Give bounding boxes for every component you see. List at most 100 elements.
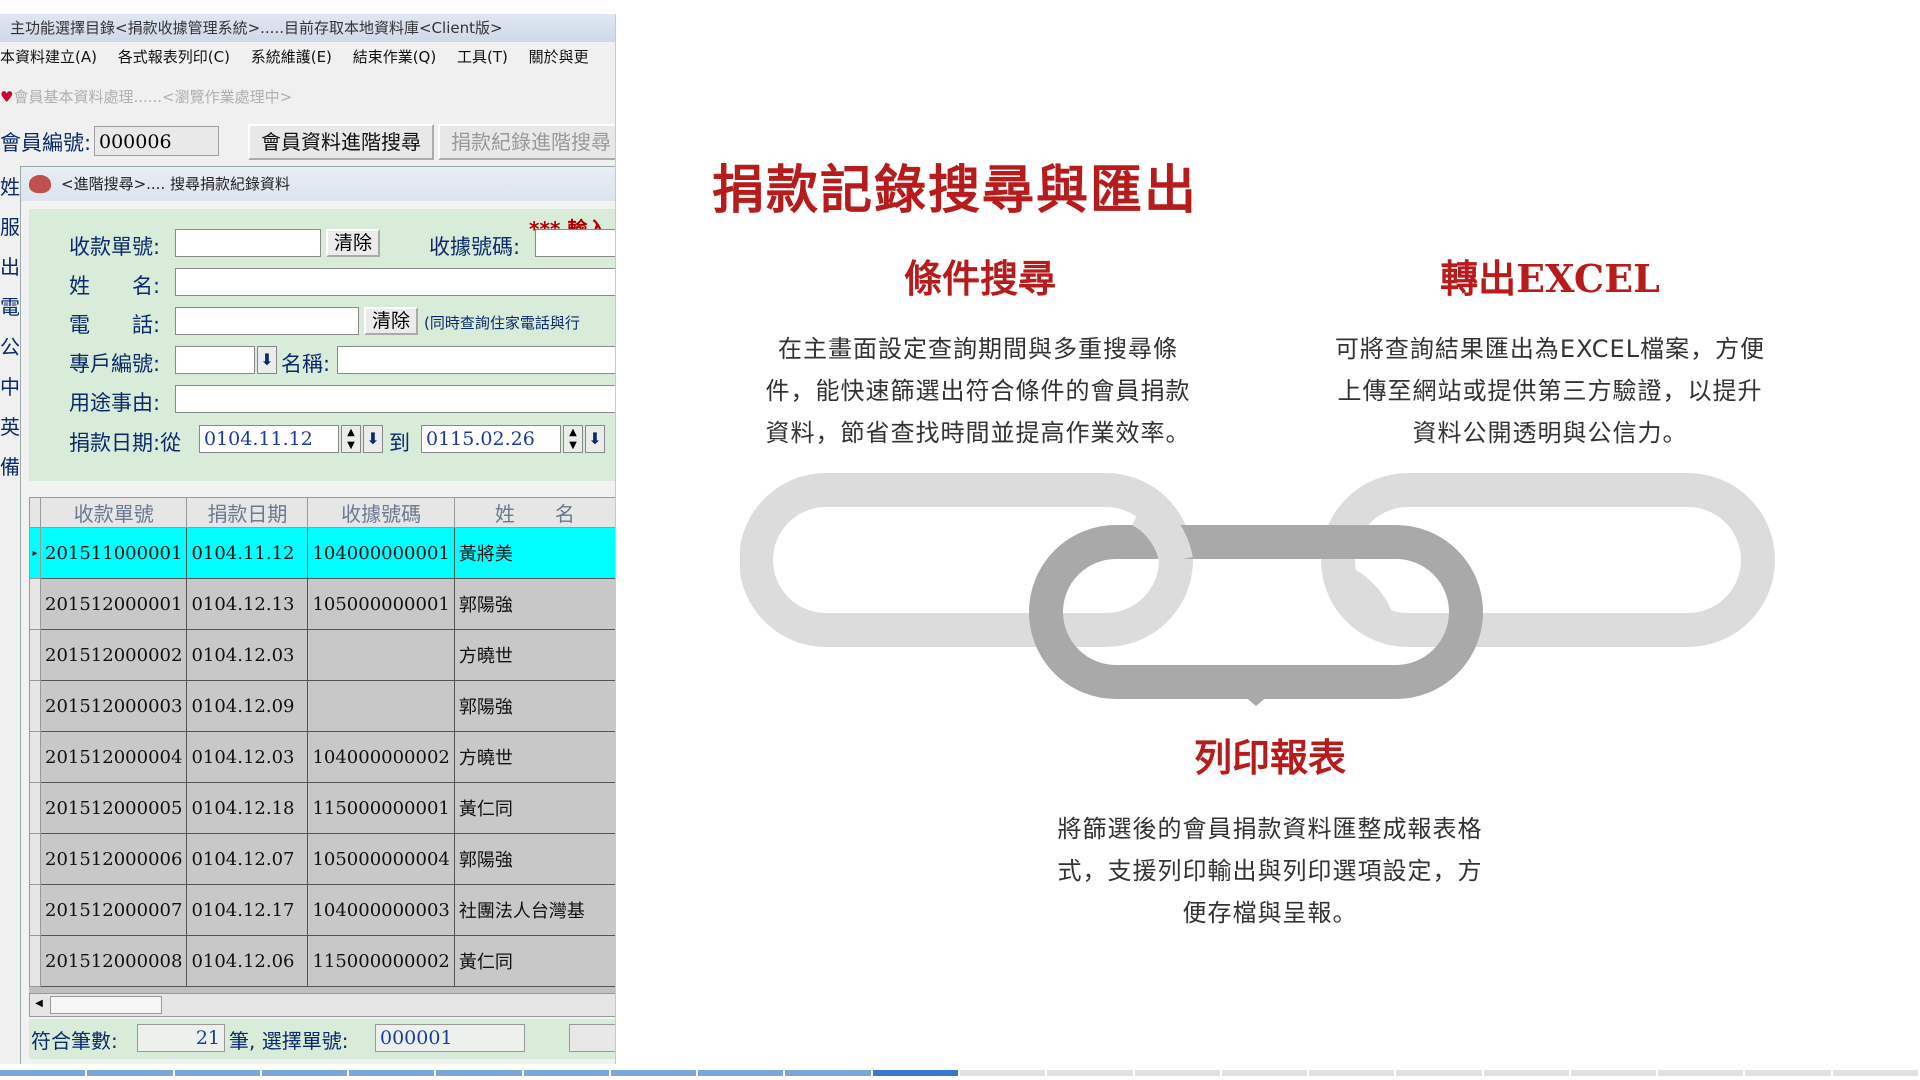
print-heading: 列印報表: [1193, 735, 1346, 780]
progress-segment[interactable]: [785, 1070, 873, 1076]
account-name-label: 名稱:: [281, 352, 331, 376]
account-dropdown-icon[interactable]: ⬇: [257, 346, 277, 374]
progress-segment[interactable]: [1047, 1070, 1135, 1076]
window-title: 主功能選擇目錄<捐款收據管理系統>.....目前存取本地資料庫<Client版>: [0, 14, 615, 42]
cell-date: 0104.12.13: [186, 578, 309, 630]
progress-segment[interactable]: [1134, 1070, 1222, 1076]
cell-date: 0104.12.09: [186, 680, 309, 732]
search-description: 在主畫面設定查詢期間與多重搜尋條 件，能快速篩選出符合條件的會員捐款 資料，節省查找…: [765, 335, 1191, 447]
date-to-spinner-icon[interactable]: ▲ ▼: [563, 425, 583, 453]
date-to-input[interactable]: 0115.02.26: [421, 425, 561, 453]
member-advanced-search-button[interactable]: 會員資料進階搜尋: [248, 124, 434, 160]
clear-phone-button[interactable]: 清除: [364, 307, 419, 335]
table-row[interactable]: 201512000008 0104.12.06 115000000002 黃仁同: [29, 935, 615, 987]
progress-segment[interactable]: [87, 1070, 175, 1076]
date-to-label: 到: [389, 431, 410, 455]
cell-receipt-no: 201512000005: [39, 782, 188, 834]
receipt-code-input[interactable]: [535, 229, 615, 257]
select-no-label: 筆, 選擇單號:: [229, 1029, 349, 1053]
scroll-left-icon[interactable]: ◀: [32, 996, 46, 1012]
progress-segment[interactable]: [0, 1070, 88, 1076]
row-indicator[interactable]: [29, 731, 41, 783]
row-indicator[interactable]: [29, 629, 41, 681]
cell-name: 黃將美: [453, 527, 615, 579]
table-row[interactable]: 201512000001 0104.12.13 105000000001 郭陽強: [29, 578, 615, 630]
table-row[interactable]: ▸ 201511000001 0104.11.12 104000000001 黃將美: [29, 527, 615, 579]
table-row[interactable]: 201512000002 0104.12.03 方曉世: [29, 629, 615, 681]
row-indicator[interactable]: [29, 782, 41, 834]
status-subtitle: ♥會員基本資料處理......<瀏覽作業處理中>: [0, 88, 293, 106]
horizontal-scrollbar[interactable]: ◀: [29, 993, 615, 1017]
table-row[interactable]: 201512000007 0104.12.17 104000000003 社團法人台灣…: [29, 884, 615, 936]
menu-item-tools[interactable]: 工具(T): [457, 48, 508, 66]
progress-segment[interactable]: [960, 1070, 1048, 1076]
progress-segment[interactable]: [261, 1070, 350, 1076]
progress-segment[interactable]: [610, 1070, 699, 1076]
cell-name: 郭陽強: [453, 680, 615, 732]
table-row[interactable]: 201512000003 0104.12.09 郭陽強: [29, 680, 615, 732]
search-heading: 條件搜尋: [903, 256, 1056, 301]
progress-segment[interactable]: [349, 1070, 437, 1076]
column-header-receipt-code[interactable]: 收據號碼: [307, 497, 455, 528]
progress-segment[interactable]: [1221, 1070, 1310, 1076]
menu-item-maintenance[interactable]: 系統維護(E): [251, 48, 332, 66]
member-no-label: 會員編號:: [0, 131, 92, 155]
cell-date: 0104.11.12: [186, 527, 309, 579]
row-indicator[interactable]: ▸: [29, 527, 41, 579]
phone-input[interactable]: [175, 307, 359, 335]
account-name-input[interactable]: [337, 346, 615, 374]
table-row[interactable]: 201512000004 0104.12.03 104000000002 方曉世: [29, 731, 615, 783]
column-header-name[interactable]: 姓 名: [453, 497, 615, 528]
cell-receipt-code: 115000000001: [307, 782, 455, 834]
row-indicator[interactable]: [29, 680, 41, 732]
cell-receipt-no: 201512000006: [39, 833, 188, 885]
date-to-dropdown-icon[interactable]: ⬇: [585, 425, 605, 453]
date-from-dropdown-icon[interactable]: ⬇: [363, 425, 383, 453]
progress-segment[interactable]: [436, 1070, 524, 1076]
account-no-input[interactable]: [175, 346, 255, 374]
column-header-receipt-no[interactable]: 收款單號: [39, 497, 188, 528]
progress-segment[interactable]: [174, 1070, 262, 1076]
phone-note: (同時查詢住家電話與行: [424, 314, 580, 332]
progress-segment[interactable]: [523, 1070, 611, 1076]
progress-segment[interactable]: [1745, 1070, 1833, 1076]
date-from-spinner-icon[interactable]: ▲ ▼: [341, 425, 361, 453]
cell-receipt-code: 105000000001: [307, 578, 455, 630]
progress-segment[interactable]: [1396, 1070, 1484, 1076]
table-row[interactable]: 201512000006 0104.12.07 105000000004 郭陽強: [29, 833, 615, 885]
menu-bar: 本資料建立(A) 各式報表列印(C) 系統維護(E) 結束作業(Q) 工具(T)…: [0, 42, 615, 72]
menu-item-close[interactable]: 結束作業(Q): [353, 48, 437, 66]
column-header-date[interactable]: 捐款日期: [186, 497, 309, 528]
progress-segment[interactable]: [1832, 1070, 1920, 1076]
date-from-input[interactable]: 0104.11.12: [199, 425, 339, 453]
menu-item-reports[interactable]: 各式報表列印(C): [118, 48, 230, 66]
background-form-strip: 姓服出電公中英備: [0, 175, 20, 479]
cell-receipt-no: 201512000003: [39, 680, 188, 732]
progress-segment[interactable]: [872, 1070, 960, 1076]
cell-date: 0104.12.03: [186, 731, 309, 783]
row-indicator[interactable]: [29, 833, 41, 885]
confirm-button[interactable]: [569, 1024, 615, 1052]
row-indicator[interactable]: [29, 884, 41, 936]
clear-receipt-button[interactable]: 清除: [326, 229, 381, 257]
row-indicator[interactable]: [29, 578, 41, 630]
receipt-no-input[interactable]: [175, 229, 321, 257]
name-input[interactable]: [175, 268, 615, 296]
progress-segment[interactable]: [1570, 1070, 1659, 1076]
member-row: 會員編號: 000006 會員資料進階搜尋 捐款紀錄進階搜尋: [0, 119, 615, 165]
progress-segment[interactable]: [1483, 1070, 1571, 1076]
search-form: *** 輸入 收款單號: 清除 收據號碼: 姓 名: 電 話: 清除 (同時查詢…: [29, 209, 615, 481]
table-row[interactable]: 201512000005 0104.12.18 115000000001 黃仁同: [29, 782, 615, 834]
menu-item-about[interactable]: 關於與更: [529, 48, 589, 66]
progress-segment[interactable]: [1309, 1070, 1397, 1076]
progress-segment[interactable]: [698, 1070, 786, 1076]
count-value: 21: [137, 1024, 225, 1052]
member-no-field[interactable]: 000006: [94, 126, 219, 156]
row-indicator[interactable]: [29, 935, 41, 987]
scrollbar-thumb[interactable]: [50, 996, 162, 1014]
progress-segment[interactable]: [1658, 1070, 1746, 1076]
purpose-input[interactable]: [175, 385, 615, 413]
menu-item-data[interactable]: 本資料建立(A): [0, 48, 97, 66]
select-no-field[interactable]: 000001: [375, 1024, 525, 1052]
donation-advanced-search-button[interactable]: 捐款紀錄進階搜尋: [438, 124, 615, 160]
